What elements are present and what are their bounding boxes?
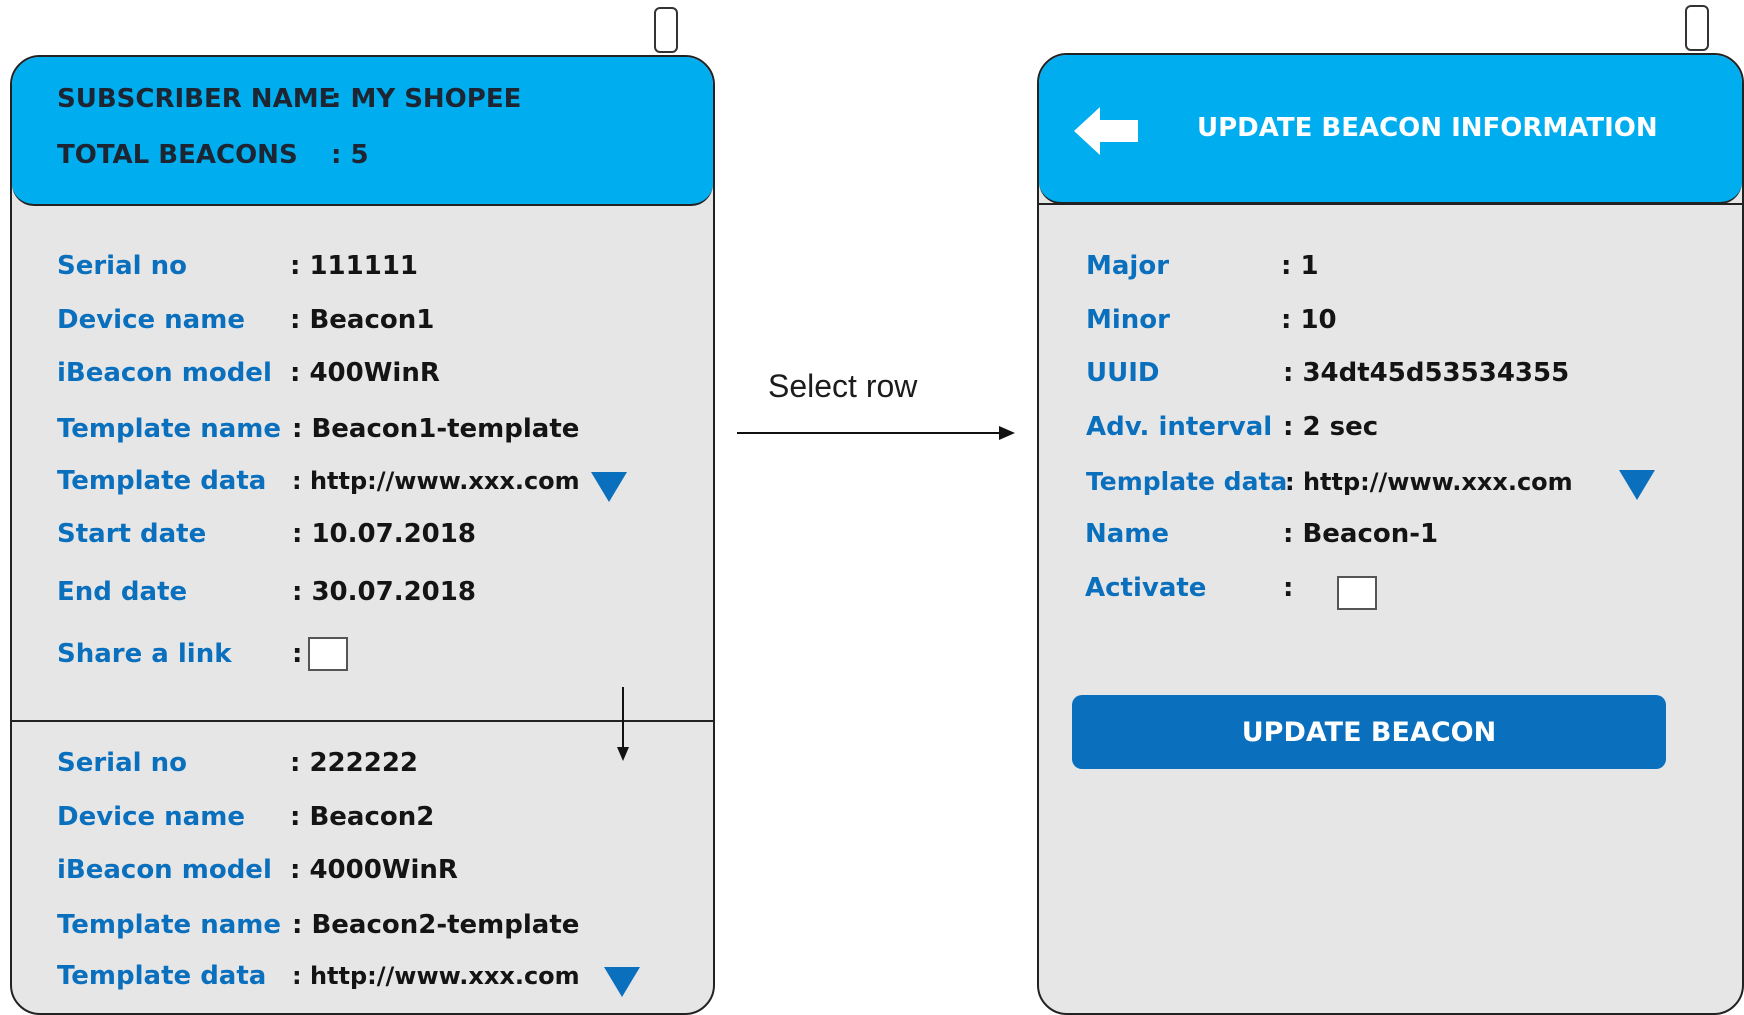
template-data-label: Template data — [57, 466, 267, 496]
name-value: : Beacon-1 — [1283, 519, 1439, 549]
header-divider — [1039, 203, 1742, 205]
template-data-label: Template data — [57, 961, 267, 991]
device-side-button — [1685, 5, 1709, 51]
adv-interval-label: Adv. interval — [1086, 412, 1273, 442]
update-beacon-button[interactable]: UPDATE BEACON — [1072, 695, 1666, 769]
share-link-colon: : — [292, 639, 303, 669]
template-name-value: : Beacon2-template — [292, 910, 580, 940]
subscriber-name-label: SUBSCRIBER NAME — [57, 84, 337, 114]
update-beacon-screen: UPDATE BEACON INFORMATION Major : 1 Mino… — [1037, 53, 1744, 1015]
serial-no-value: : 222222 — [290, 748, 418, 778]
activate-colon: : — [1283, 573, 1294, 603]
device-name-value: : Beacon1 — [290, 305, 435, 335]
beacon-row-1[interactable]: Serial no : 111111 Device name : Beacon1… — [12, 206, 713, 774]
ibeacon-model-label: iBeacon model — [57, 358, 272, 388]
update-header: UPDATE BEACON INFORMATION — [1039, 55, 1742, 204]
total-beacons-label: TOTAL BEACONS — [57, 140, 298, 170]
template-name-value: : Beacon1-template — [292, 414, 580, 444]
start-date-label: Start date — [57, 519, 207, 549]
select-row-caption: Select row — [768, 368, 918, 404]
share-link-label: Share a link — [57, 639, 232, 669]
page-title: UPDATE BEACON INFORMATION — [1197, 113, 1658, 143]
activate-label: Activate — [1085, 573, 1207, 603]
transition-arrow-icon — [737, 426, 1015, 440]
beacon-row-2[interactable]: Serial no : 222222 Device name : Beacon2… — [12, 722, 713, 1012]
minor-label: Minor — [1086, 305, 1170, 335]
activate-checkbox[interactable] — [1337, 576, 1377, 610]
ibeacon-model-value: : 400WinR — [290, 358, 440, 388]
major-value: : 1 — [1281, 251, 1319, 281]
beacon-list-screen: SUBSCRIBER NAME : MY SHOPEE TOTAL BEACON… — [10, 55, 715, 1015]
template-data-dropdown-icon[interactable] — [604, 967, 640, 997]
template-data-dropdown-icon[interactable] — [1619, 470, 1655, 500]
template-data-value: : http://www.xxx.com — [292, 962, 580, 990]
serial-no-value: : 111111 — [290, 251, 418, 281]
uuid-value: : 34dt45d53534355 — [1283, 358, 1570, 388]
subscriber-header: SUBSCRIBER NAME : MY SHOPEE TOTAL BEACON… — [12, 57, 713, 206]
serial-no-label: Serial no — [57, 251, 187, 281]
share-link-checkbox[interactable] — [308, 637, 348, 671]
template-name-label: Template name — [57, 910, 281, 940]
name-label: Name — [1085, 519, 1170, 549]
back-arrow-icon[interactable] — [1074, 107, 1138, 155]
adv-interval-value: : 2 sec — [1283, 412, 1379, 442]
minor-value: : 10 — [1281, 305, 1337, 335]
total-beacons-value: : 5 — [331, 140, 369, 170]
device-name-value: : Beacon2 — [290, 802, 435, 832]
template-data-value: : http://www.xxx.com — [1285, 468, 1573, 496]
template-data-value: : http://www.xxx.com — [292, 467, 580, 495]
start-date-value: : 10.07.2018 — [292, 519, 476, 549]
major-label: Major — [1086, 251, 1170, 281]
device-name-label: Device name — [57, 305, 245, 335]
end-date-value: : 30.07.2018 — [292, 577, 476, 607]
template-data-dropdown-icon[interactable] — [591, 472, 627, 502]
uuid-label: UUID — [1086, 358, 1160, 388]
ibeacon-model-label: iBeacon model — [57, 855, 272, 885]
device-side-button — [654, 7, 678, 53]
template-data-label: Template data — [1086, 467, 1288, 496]
ibeacon-model-value: : 4000WinR — [290, 855, 458, 885]
serial-no-label: Serial no — [57, 748, 187, 778]
subscriber-name-value: : MY SHOPEE — [331, 84, 522, 114]
device-name-label: Device name — [57, 802, 245, 832]
end-date-label: End date — [57, 577, 188, 607]
template-name-label: Template name — [57, 414, 281, 444]
